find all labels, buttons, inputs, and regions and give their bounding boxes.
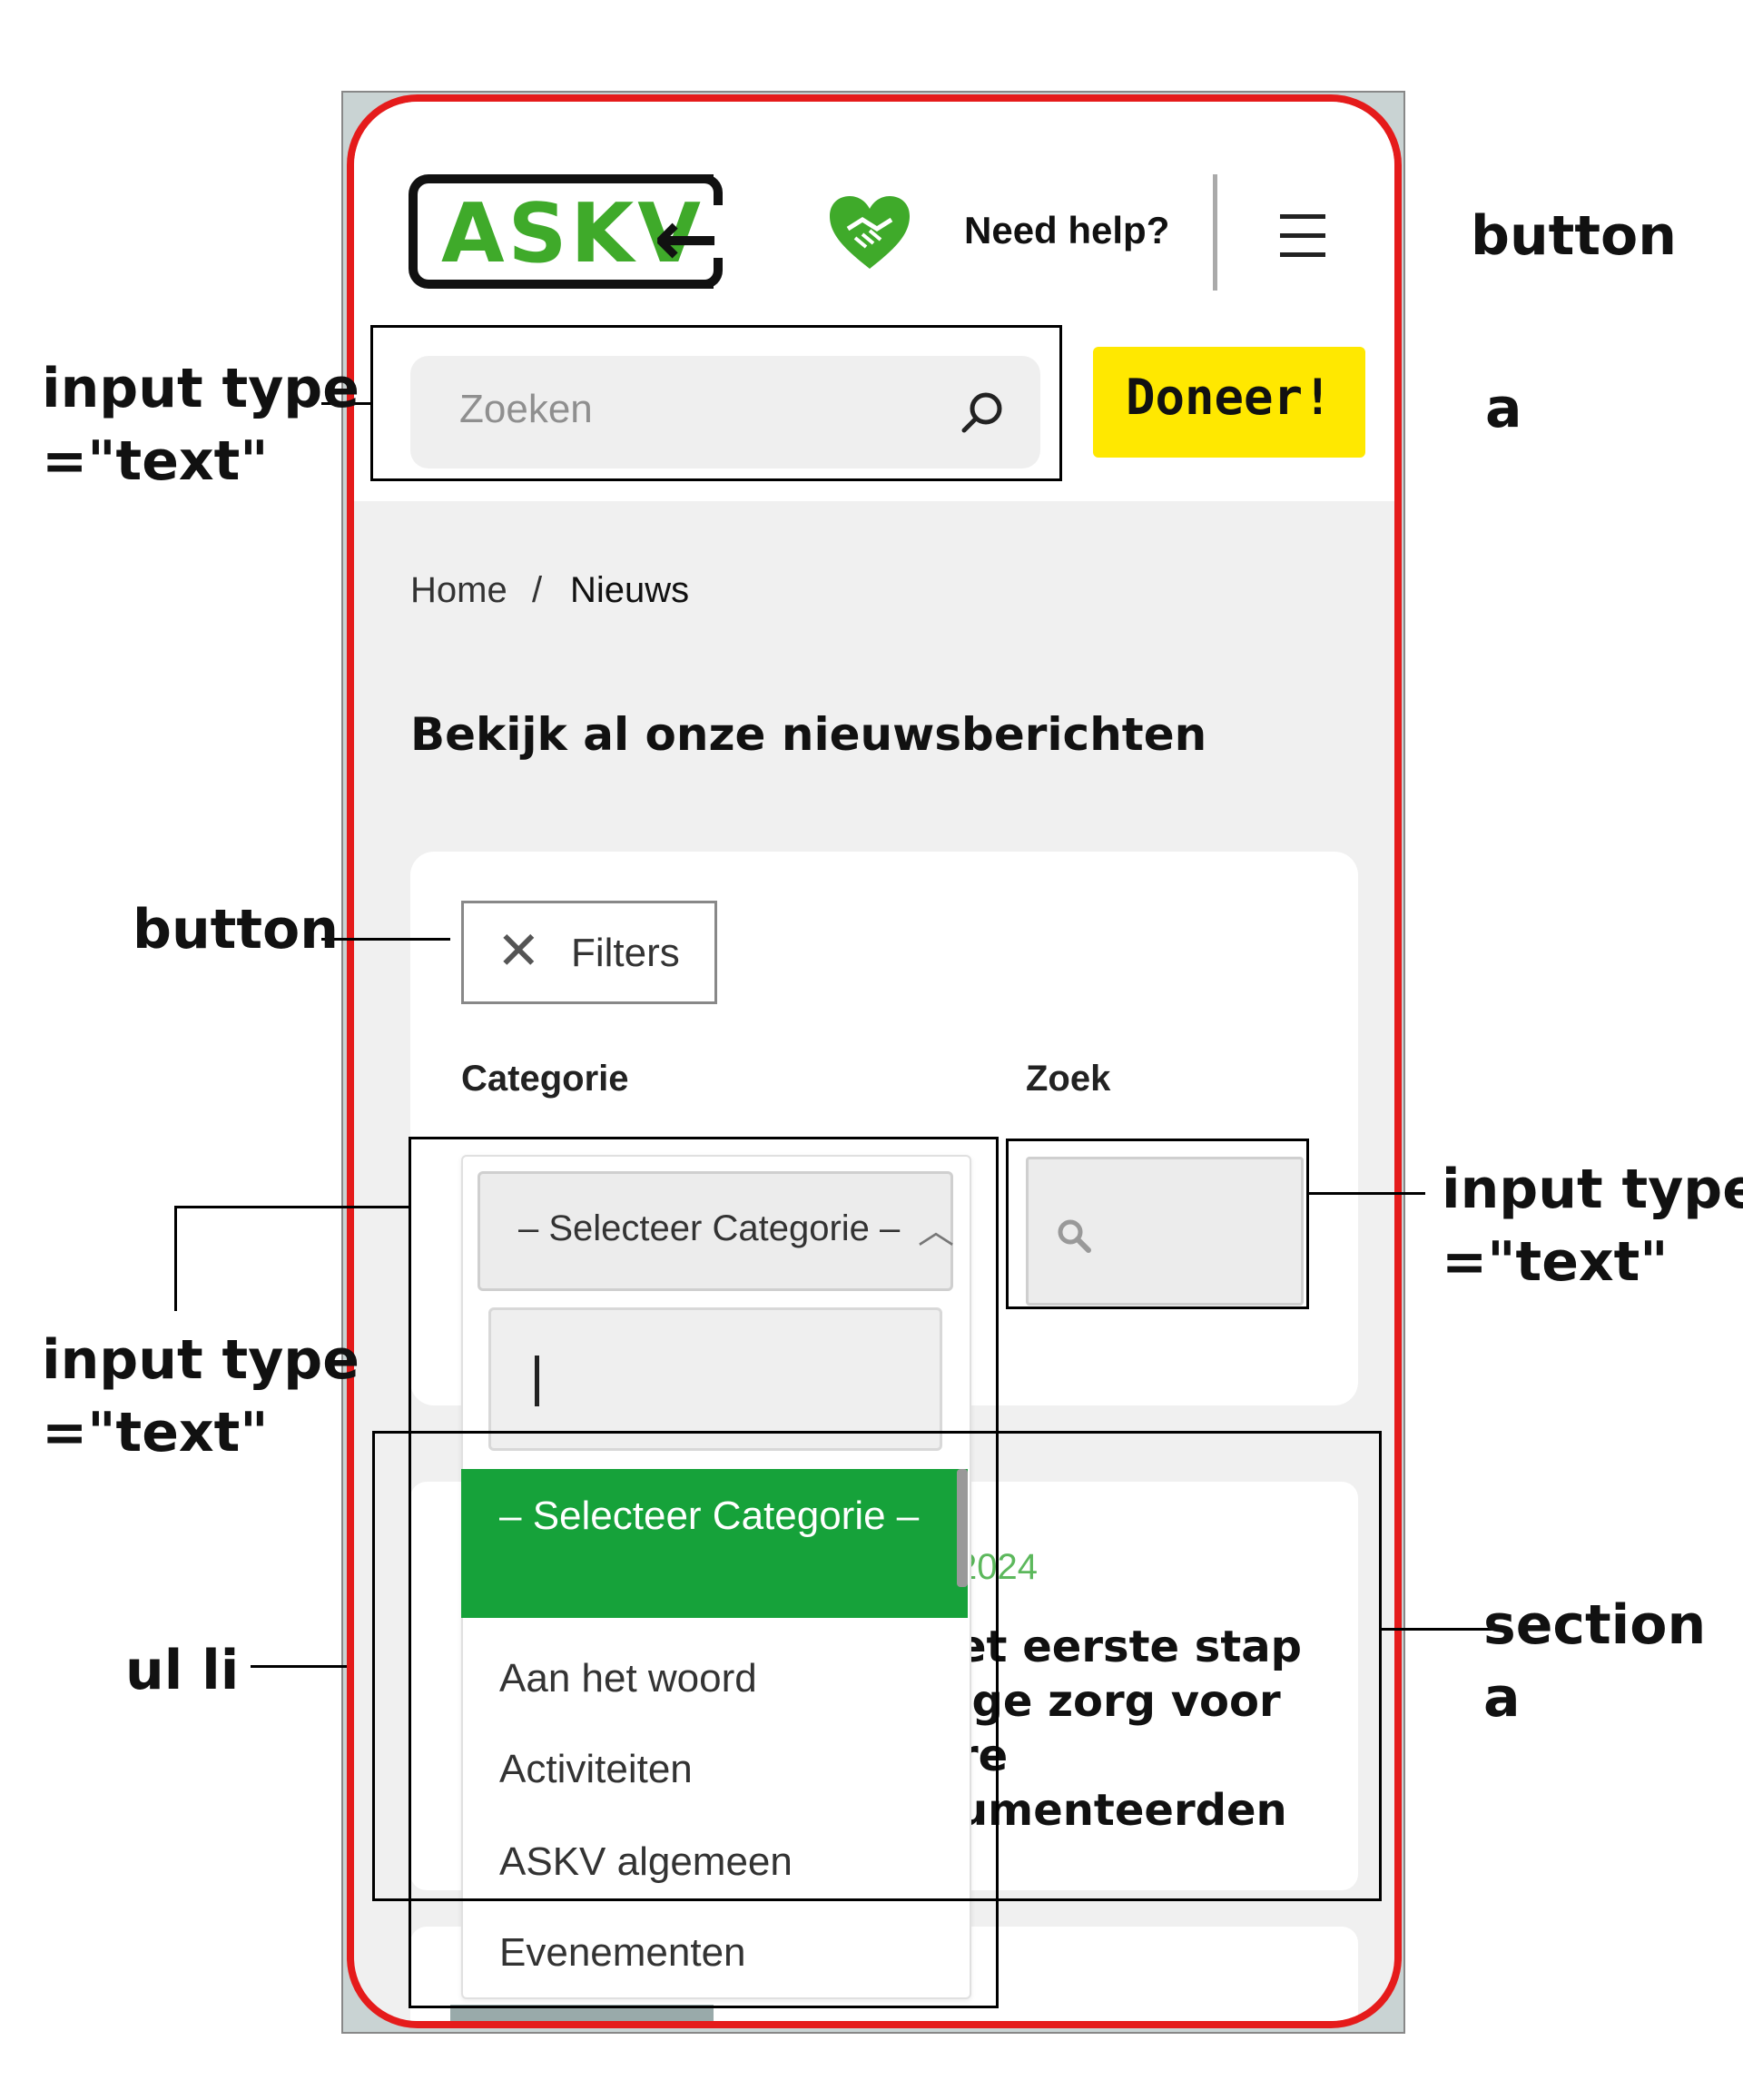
annotation-label: button [1471, 204, 1677, 268]
annotation-label: input type ="text" [42, 357, 359, 493]
leader-line [174, 1206, 410, 1208]
header-divider [1213, 174, 1217, 291]
breadcrumb-separator: / [532, 570, 543, 610]
breadcrumb-home[interactable]: Home [410, 570, 507, 611]
annotation-label: input type ="text" [42, 1328, 359, 1464]
search-label: Zoek [1026, 1059, 1111, 1099]
annotation-label: ul li [125, 1639, 240, 1702]
logo-arrow-icon: ← [654, 193, 720, 284]
close-icon: ✕ [497, 922, 541, 981]
annotation-box-search [370, 325, 1062, 481]
filters-label: Filters [571, 931, 680, 975]
donate-button[interactable]: Doneer! [1093, 347, 1365, 458]
annotation-box-zoek [1006, 1139, 1309, 1309]
annotation-label: a [1485, 377, 1522, 440]
leader-line [1307, 1192, 1425, 1195]
leader-line [321, 938, 450, 941]
donate-label: Doneer! [1126, 369, 1333, 426]
breadcrumb-current: Nieuws [570, 570, 690, 610]
filters-toggle-button[interactable]: ✕ Filters [461, 901, 717, 1004]
page-title: Bekijk al onze nieuwsberichten [410, 708, 1207, 761]
category-label: Categorie [461, 1059, 629, 1099]
leader-line [174, 1206, 177, 1311]
article-date: 23 oktober 2024 [750, 2016, 1012, 2021]
leader-line [251, 1665, 347, 1668]
annotation-label: button [133, 898, 339, 961]
annotation-box-article [372, 1431, 1382, 1901]
need-help-link[interactable]: Need help? [964, 209, 1169, 252]
heart-handshake-icon[interactable] [826, 192, 913, 274]
hamburger-menu-icon[interactable] [1280, 214, 1325, 258]
annotation-label: section a [1483, 1593, 1707, 1730]
annotation-label: input type ="text" [1442, 1158, 1743, 1294]
